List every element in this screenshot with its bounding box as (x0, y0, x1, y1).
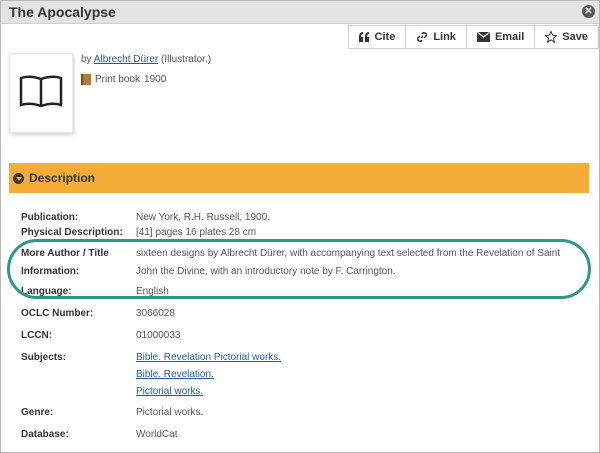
detail-row-physical-description: Physical Description: [41] pages 16 plat… (21, 227, 591, 241)
detail-value: 3066028 (136, 308, 175, 319)
detail-row-more-author: More Author / Title Information: sixteen… (21, 245, 591, 281)
subject-links: Bible. Revelation Pictorial works. Bible… (136, 349, 281, 400)
action-toolbar: Cite Link Email Save (347, 25, 599, 49)
detail-key: Genre: (21, 407, 54, 418)
detail-value: sixteen designs by Albrecht Dürer, with … (136, 248, 561, 277)
detail-key: More Author / Title Information: (21, 248, 109, 277)
detail-row-oclc: OCLC Number: 3066028 (21, 305, 591, 323)
save-label: Save (562, 31, 588, 43)
link-label: Link (433, 31, 456, 43)
description-details: Publication: New York, R.H. Russell, 190… (21, 209, 591, 444)
link-icon (417, 31, 428, 43)
open-book-icon (19, 75, 63, 108)
subject-link[interactable]: Bible. Revelation. (136, 366, 281, 383)
link-button[interactable]: Link (406, 26, 467, 48)
cite-button[interactable]: Cite (349, 26, 407, 48)
detail-value: WorldCat (136, 429, 178, 440)
detail-key: Language: (21, 286, 72, 297)
format-year: 1900 (144, 74, 167, 85)
chevron-down-icon (13, 172, 24, 184)
detail-value: 01000033 (136, 330, 181, 341)
star-icon (545, 31, 558, 43)
detail-row-genre: Genre: Pictorial works. (21, 404, 591, 422)
dialog-title: The Apocalypse (9, 4, 116, 20)
print-book-icon (81, 74, 91, 85)
detail-row-subjects: Subjects: Bible. Revelation Pictorial wo… (21, 349, 591, 400)
detail-value: Pictorial works. (136, 407, 204, 418)
description-header[interactable]: Description (9, 163, 589, 193)
detail-key: OCLC Number: (21, 308, 94, 319)
subject-link[interactable]: Bible. Revelation Pictorial works. (136, 349, 281, 366)
email-button[interactable]: Email (467, 26, 536, 48)
record-dialog: The Apocalypse ✕ Cite Link Email Save by… (0, 0, 600, 453)
detail-key: Database: (21, 429, 69, 440)
format-label: Print book (95, 74, 141, 85)
detail-value: New York, R.H. Russell, 1900. (136, 212, 270, 223)
description-label: Description (29, 171, 96, 185)
detail-value: English (136, 286, 169, 297)
detail-key: Physical Description: (21, 227, 123, 238)
quote-icon (358, 32, 369, 42)
detail-key: Subjects: (21, 352, 67, 363)
envelope-icon (476, 32, 490, 42)
author-role: (Illustrator.) (161, 54, 212, 65)
title-bar: The Apocalypse ✕ (1, 1, 599, 24)
detail-row-database: Database: WorldCat (21, 426, 591, 444)
detail-row-publication: Publication: New York, R.H. Russell, 190… (21, 209, 591, 227)
subject-link[interactable]: Pictorial works. (136, 383, 281, 400)
detail-key: Publication: (21, 212, 79, 223)
detail-value: [41] pages 16 plates 28 cm (136, 227, 257, 238)
save-button[interactable]: Save (535, 26, 599, 48)
author-line: by Albrecht Dürer (Illustrator.) (81, 54, 211, 65)
format-line: Print book 1900 (81, 74, 166, 85)
cite-label: Cite (374, 31, 396, 43)
email-label: Email (494, 31, 525, 43)
close-icon[interactable]: ✕ (582, 5, 595, 18)
detail-key: LCCN: (21, 330, 53, 341)
detail-row-language: Language: English (21, 283, 591, 301)
author-link[interactable]: Albrecht Dürer (94, 54, 158, 65)
detail-row-lccn: LCCN: 01000033 (21, 327, 591, 345)
by-prefix: by (81, 54, 92, 65)
book-cover-thumbnail (9, 53, 73, 133)
